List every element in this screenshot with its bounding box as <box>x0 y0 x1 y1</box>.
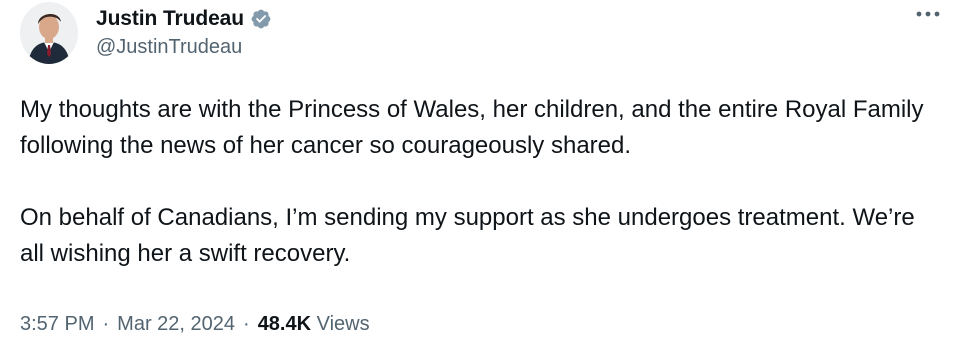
meta-separator: · <box>243 313 250 335</box>
meta-separator: · <box>102 313 110 335</box>
avatar-photo <box>20 2 78 64</box>
tweet-time[interactable]: 3:57 PM <box>20 313 94 336</box>
author-handle[interactable]: @JustinTrudeau <box>96 36 242 59</box>
views-label-text: Views <box>316 313 370 335</box>
more-options-icon <box>916 11 940 17</box>
tweet-paragraph: My thoughts are with the Princess of Wal… <box>20 96 924 159</box>
author-name-row: Justin Trudeau <box>96 4 272 34</box>
author-display-name[interactable]: Justin Trudeau <box>96 7 244 31</box>
tweet-card: Justin Trudeau @JustinTrudeau My thought… <box>0 0 960 354</box>
tweet-paragraph: On behalf of Canadians, I’m sending my s… <box>20 204 915 267</box>
tweet-meta: 3:57 PM · Mar 22, 2024 · 48.4K Views <box>20 313 370 336</box>
tweet-date[interactable]: Mar 22, 2024 <box>117 313 235 336</box>
more-options-button[interactable] <box>910 4 946 24</box>
views-count: 48.4K <box>257 313 312 335</box>
verified-badge-icon[interactable] <box>250 8 272 30</box>
tweet-text: My thoughts are with the Princess of Wal… <box>20 92 940 272</box>
avatar[interactable] <box>20 2 78 64</box>
views-label: Views <box>311 313 370 336</box>
